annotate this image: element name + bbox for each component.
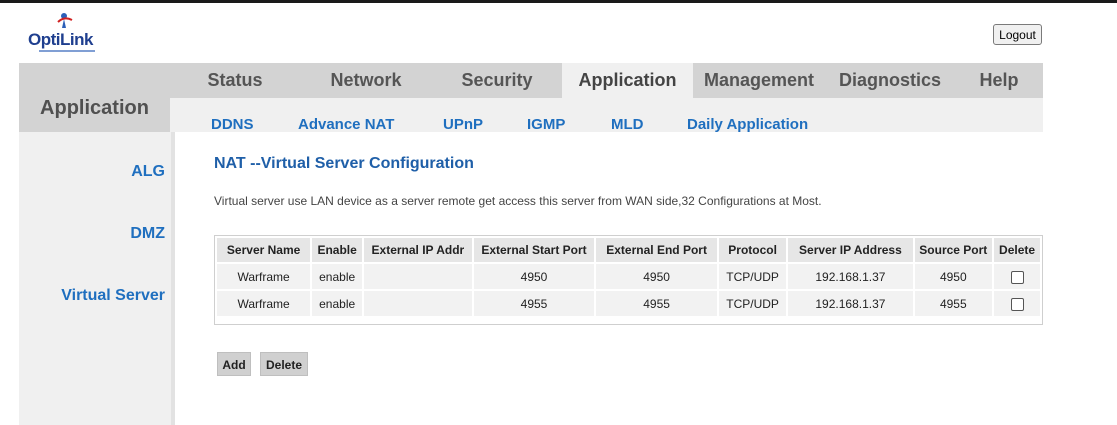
cell-source-port: 4955	[914, 291, 993, 316]
sidebar-item-alg[interactable]: ALG	[131, 163, 165, 181]
delete-button[interactable]: Delete	[260, 352, 308, 376]
tab-diagnostics[interactable]: Diagnostics	[825, 63, 955, 98]
table-header-row: Server Name Enable External IP Addr Exte…	[217, 238, 1040, 262]
cell-enable: enable	[312, 291, 363, 316]
logout-button[interactable]: Logout	[993, 24, 1042, 45]
section-title: Application	[19, 63, 170, 132]
cell-delete	[994, 291, 1040, 316]
col-protocol: Protocol	[718, 238, 787, 262]
col-server-ip: Server IP Address	[788, 238, 913, 262]
subtab-upnp[interactable]: UPnP	[443, 116, 483, 133]
logo: OptiLink	[28, 12, 98, 52]
subtab-igmp[interactable]: IGMP	[527, 116, 565, 133]
virtual-server-table: Server Name Enable External IP Addr Exte…	[214, 235, 1043, 325]
subtab-daily-application[interactable]: Daily Application	[687, 116, 808, 133]
cell-protocol: TCP/UDP	[718, 291, 787, 316]
tab-application[interactable]: Application	[562, 63, 693, 98]
cell-external-ip	[364, 264, 472, 289]
cell-server-name: Warframe	[217, 264, 311, 289]
cell-delete	[994, 264, 1040, 289]
cell-server-name: Warframe	[217, 291, 311, 316]
cell-source-port: 4950	[914, 264, 993, 289]
logo-text: OptiLink	[28, 30, 93, 49]
col-external-end-port: External End Port	[596, 238, 717, 262]
top-border	[0, 0, 1117, 3]
tab-status[interactable]: Status	[170, 63, 300, 98]
col-source-port: Source Port	[914, 238, 993, 262]
cell-external-end-port: 4955	[596, 291, 717, 316]
cell-server-ip: 192.168.1.37	[788, 291, 913, 316]
cell-protocol: TCP/UDP	[718, 264, 787, 289]
tab-management[interactable]: Management	[693, 63, 825, 98]
tab-security[interactable]: Security	[432, 63, 562, 98]
subtab-ddns[interactable]: DDNS	[211, 116, 254, 133]
cell-external-ip	[364, 291, 472, 316]
col-server-name: Server Name	[217, 238, 311, 262]
sidebar-item-dmz[interactable]: DMZ	[130, 225, 165, 243]
table-row: Warframe enable 4950 4950 TCP/UDP 192.16…	[217, 264, 1040, 289]
cell-external-start-port: 4955	[473, 291, 595, 316]
col-external-start-port: External Start Port	[473, 238, 595, 262]
col-delete: Delete	[994, 238, 1040, 262]
page-title: NAT --Virtual Server Configuration	[214, 155, 474, 172]
tab-help[interactable]: Help	[955, 63, 1043, 98]
cell-enable: enable	[312, 264, 363, 289]
delete-checkbox[interactable]	[1010, 297, 1024, 311]
col-external-ip: External IP Addr	[364, 238, 472, 262]
cell-server-ip: 192.168.1.37	[788, 264, 913, 289]
logo-tagline-line	[39, 50, 95, 52]
subtab-advance-nat[interactable]: Advance NAT	[298, 116, 394, 133]
cell-external-end-port: 4950	[596, 264, 717, 289]
add-button[interactable]: Add	[217, 352, 251, 376]
sidebar-divider	[171, 132, 175, 425]
delete-checkbox[interactable]	[1010, 270, 1024, 284]
table-row: Warframe enable 4955 4955 TCP/UDP 192.16…	[217, 291, 1040, 316]
col-enable: Enable	[312, 238, 363, 262]
tab-network[interactable]: Network	[300, 63, 432, 98]
sidebar-item-virtual-server[interactable]: Virtual Server	[61, 287, 165, 305]
page-description: Virtual server use LAN device as a serve…	[214, 194, 822, 208]
cell-external-start-port: 4950	[473, 264, 595, 289]
subtab-mld[interactable]: MLD	[611, 116, 644, 133]
